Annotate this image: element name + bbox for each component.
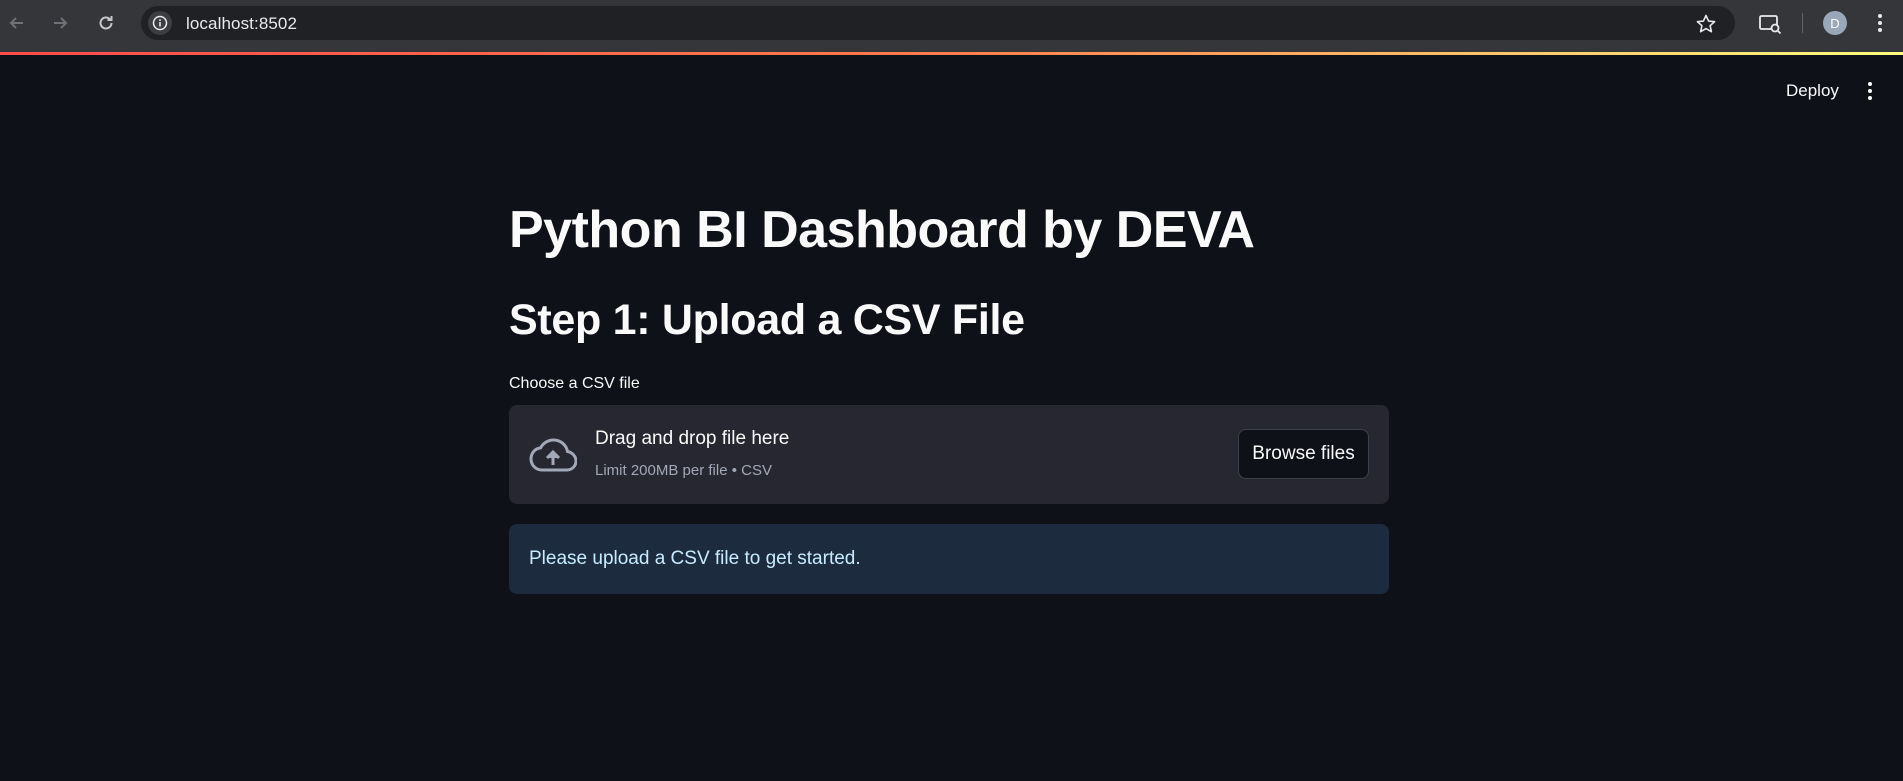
cloud-upload-icon bbox=[529, 435, 578, 475]
profile-avatar[interactable]: D bbox=[1823, 11, 1847, 35]
step-heading: Step 1: Upload a CSV File bbox=[509, 296, 1025, 344]
cast-search-icon[interactable] bbox=[1757, 11, 1783, 37]
browse-files-button[interactable]: Browse files bbox=[1238, 429, 1369, 479]
back-arrow-icon[interactable] bbox=[5, 11, 29, 35]
reload-icon[interactable] bbox=[94, 11, 118, 35]
dropzone-instructions: Drag and drop file here bbox=[595, 428, 790, 449]
main-content: Python BI Dashboard by DEVA Step 1: Uplo… bbox=[509, 190, 1389, 594]
file-dropzone[interactable]: Drag and drop file here Limit 200MB per … bbox=[509, 405, 1389, 504]
forward-arrow-icon[interactable] bbox=[48, 11, 72, 35]
toolbar-divider bbox=[1802, 13, 1803, 33]
site-info-icon[interactable] bbox=[148, 11, 172, 35]
dropzone-limit-text: Limit 200MB per file • CSV bbox=[595, 462, 772, 479]
file-uploader-label: Choose a CSV file bbox=[509, 375, 640, 392]
header-decoration-bar bbox=[0, 52, 1903, 55]
info-alert-text: Please upload a CSV file to get started. bbox=[529, 548, 861, 569]
bookmark-star-icon[interactable] bbox=[1695, 13, 1717, 35]
deploy-button[interactable]: Deploy bbox=[1774, 78, 1851, 104]
more-options-icon[interactable] bbox=[1858, 78, 1882, 104]
page-title: Python BI Dashboard by DEVA bbox=[509, 201, 1255, 259]
address-bar[interactable]: localhost:8502 bbox=[141, 6, 1735, 40]
info-alert: Please upload a CSV file to get started. bbox=[509, 524, 1389, 594]
browser-menu-icon[interactable] bbox=[1870, 11, 1890, 35]
url-text: localhost:8502 bbox=[186, 14, 298, 33]
browser-toolbar: localhost:8502 D bbox=[0, 0, 1903, 52]
